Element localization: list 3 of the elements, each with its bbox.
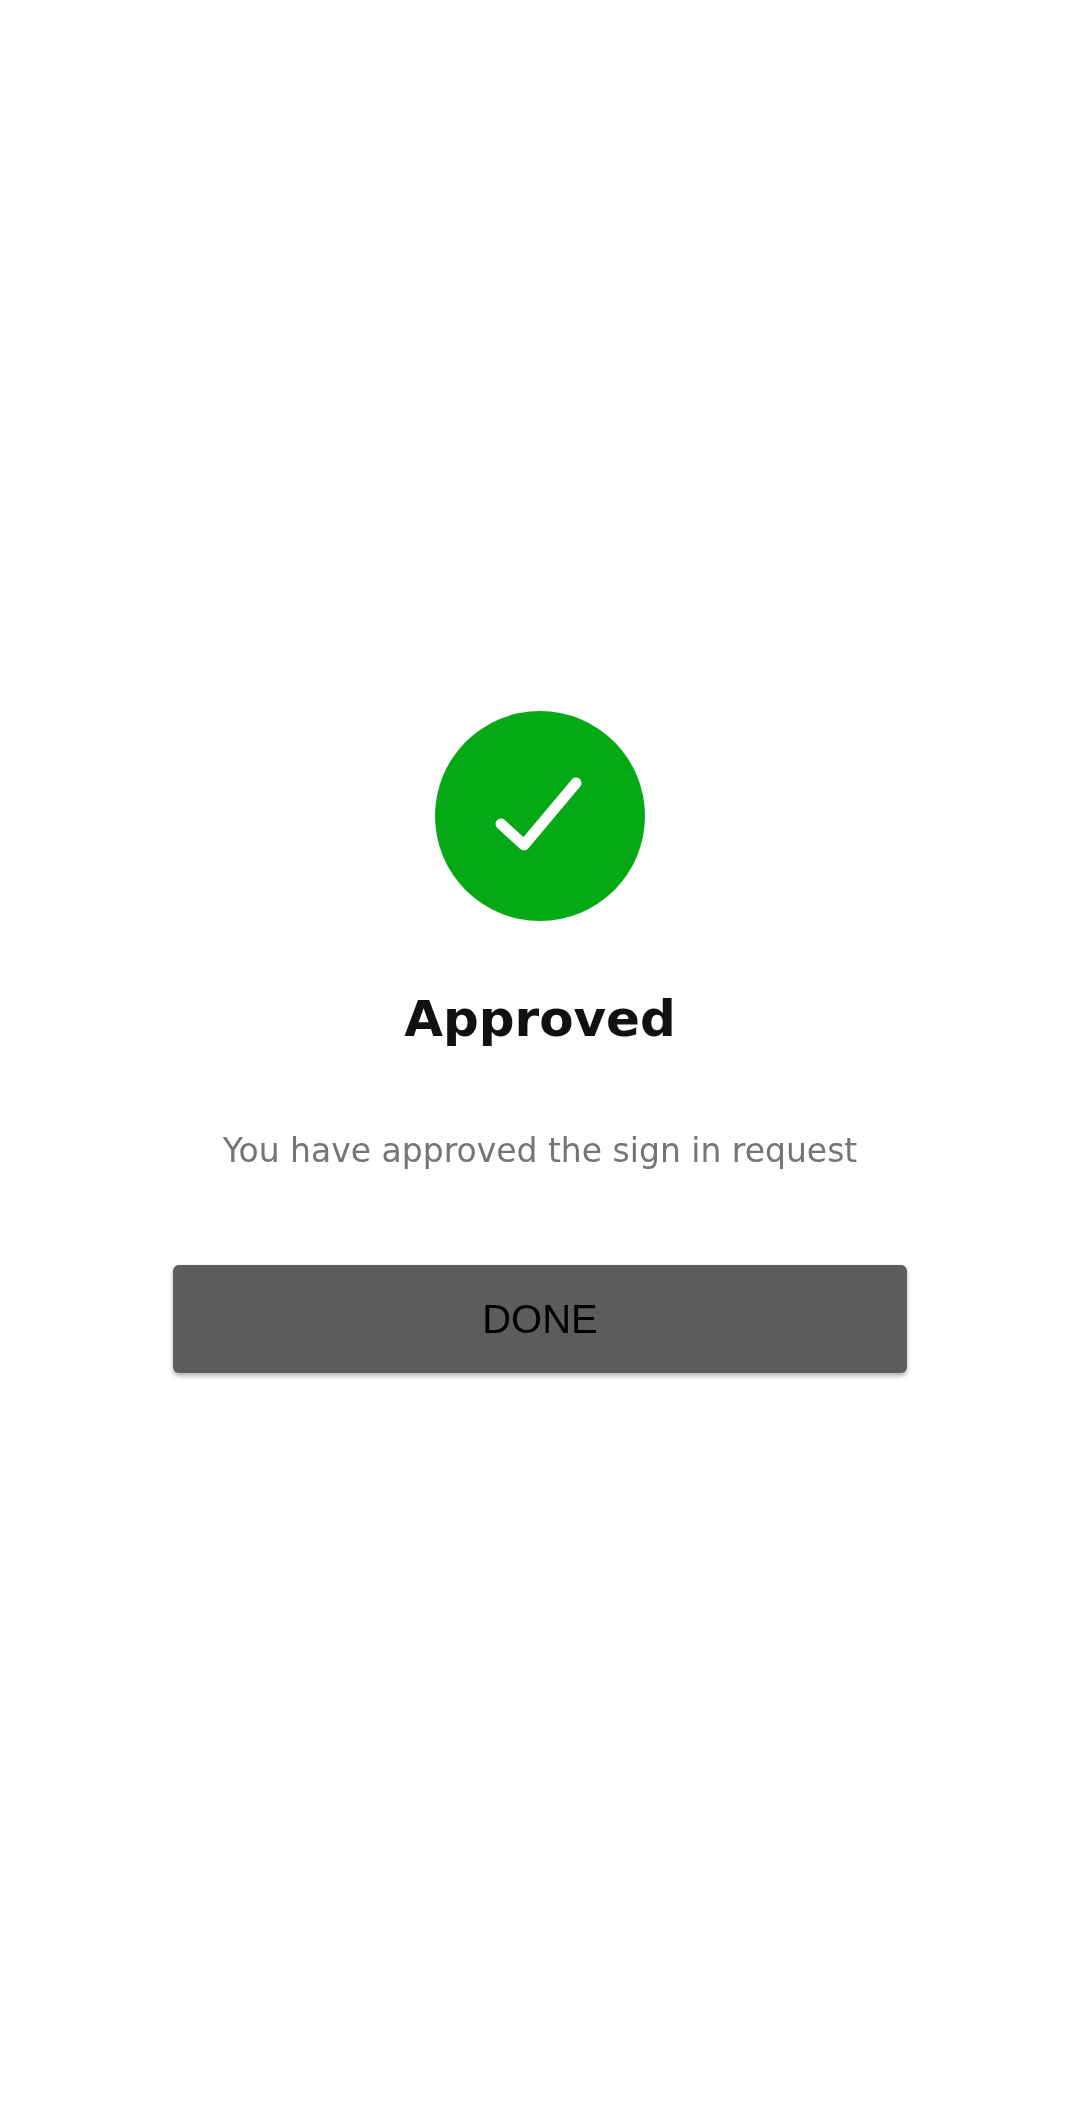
done-button[interactable]: DONE bbox=[173, 1264, 907, 1373]
status-title: Approved bbox=[404, 989, 676, 1049]
status-message: You have approved the sign in request bbox=[222, 1131, 858, 1171]
